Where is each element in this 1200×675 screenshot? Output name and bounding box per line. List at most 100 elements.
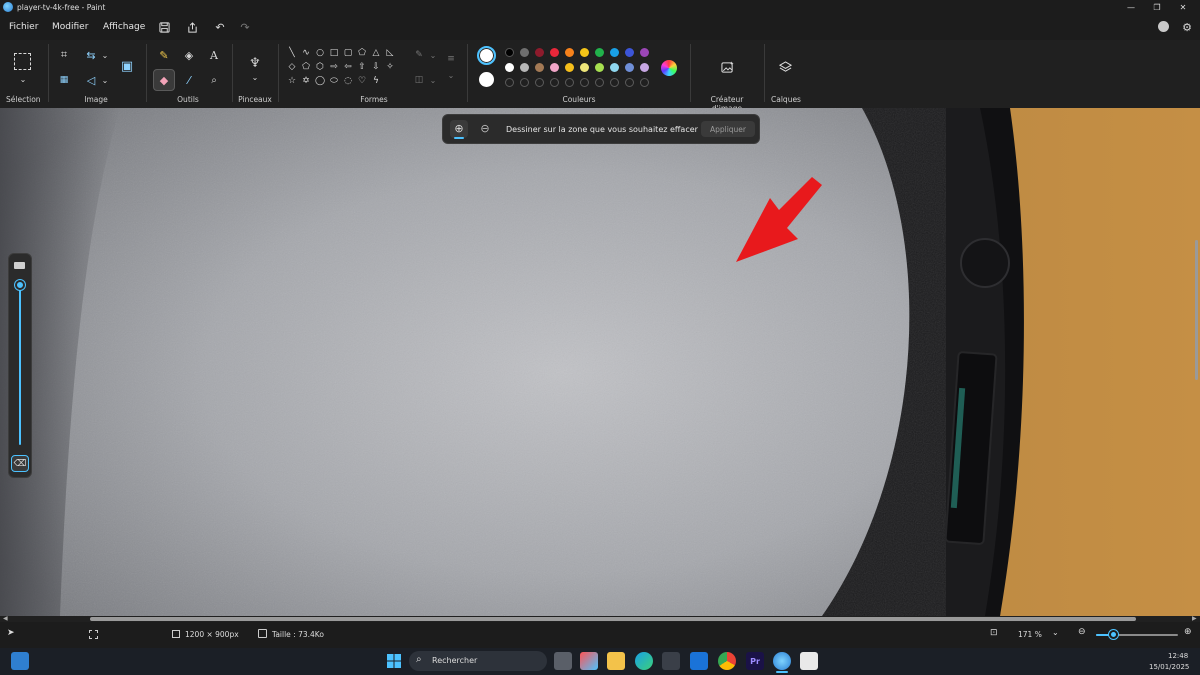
auto-erase-icon[interactable]: ⌫ [11,455,29,472]
layers-icon[interactable] [776,58,794,76]
selection-dropdown-chevron-icon[interactable]: ⌄ [14,70,32,88]
primary-color-swatch[interactable] [477,46,496,65]
pentagon-shape-icon[interactable]: ⬠ [301,62,311,72]
remove-background-icon[interactable]: ▣ [118,57,136,75]
custom-color-slot[interactable] [595,78,604,87]
palette-swatch[interactable] [595,63,604,72]
callout-oval-shape-icon[interactable]: ⬭ [329,76,339,86]
palette-swatch[interactable] [625,63,634,72]
custom-color-slot[interactable] [550,78,559,87]
brush-dropdown-chevron-icon[interactable]: ⌄ [246,68,264,86]
four-point-star-shape-icon[interactable]: ✧ [385,62,395,72]
file-explorer-icon[interactable] [607,652,625,670]
palette-swatch[interactable] [550,48,559,57]
zoom-out-icon[interactable]: ⊖ [1078,627,1086,637]
curve-shape-icon[interactable]: ∿ [301,48,311,58]
zoom-level[interactable]: 171 % [1018,630,1042,639]
right-arrow-shape-icon[interactable]: ⇨ [329,62,339,72]
up-arrow-shape-icon[interactable]: ⇧ [357,62,367,72]
vertical-scrollbar-thumb[interactable] [1195,240,1198,380]
widgets-icon[interactable] [11,652,29,670]
heart-shape-icon[interactable]: ♡ [357,76,367,86]
down-arrow-shape-icon[interactable]: ⇩ [371,62,381,72]
undo-icon[interactable]: ↶ [211,18,229,36]
zoom-in-icon[interactable]: ⊕ [1184,627,1192,637]
share-icon[interactable] [183,18,201,36]
edit-colors-wheel-icon[interactable] [661,60,677,76]
save-icon[interactable] [155,18,173,36]
oval-shape-icon[interactable]: ○ [315,48,325,58]
copilot-icon[interactable] [580,652,598,670]
minimize-icon[interactable]: — [1118,0,1144,14]
custom-color-slot[interactable] [505,78,514,87]
custom-color-slot[interactable] [625,78,634,87]
menu-view[interactable]: Affichage [103,22,145,32]
apply-button[interactable]: Appliquer [701,121,755,137]
redo-icon[interactable]: ↷ [236,18,254,36]
fit-to-window-icon[interactable]: ⊡ [990,628,998,638]
palette-swatch[interactable] [595,48,604,57]
drawing-canvas[interactable] [0,108,1200,616]
triangle-shape-icon[interactable]: △ [371,48,381,58]
chrome-icon[interactable] [718,652,736,670]
palette-swatch[interactable] [565,63,574,72]
account-avatar[interactable] [1158,21,1169,32]
palette-swatch[interactable] [520,63,529,72]
custom-color-slot[interactable] [565,78,574,87]
close-icon[interactable]: ✕ [1170,0,1196,14]
palette-swatch[interactable] [535,63,544,72]
shape-size-dropdown-chevron-icon[interactable]: ⌄ [442,66,460,84]
custom-color-slot[interactable] [610,78,619,87]
image-creator-icon[interactable] [718,58,736,76]
palette-swatch[interactable] [535,48,544,57]
rounded-rectangle-shape-icon[interactable]: ▢ [343,48,353,58]
custom-color-slot[interactable] [535,78,544,87]
zoom-slider-thumb[interactable] [1109,630,1119,639]
brush-size-slider-thumb[interactable] [15,280,25,290]
pencil-icon[interactable]: ✎ [155,46,173,64]
rotate-dropdown-chevron-icon[interactable]: ⌄ [96,71,114,89]
rectangle-shape-icon[interactable]: □ [329,48,339,58]
start-windows-icon[interactable] [385,652,403,670]
scroll-right-arrow-icon[interactable]: ▶ [1192,615,1197,622]
outlook-icon[interactable] [690,652,708,670]
right-triangle-shape-icon[interactable]: ◺ [385,48,395,58]
selection-rectangle-icon[interactable] [14,53,31,70]
custom-color-slot[interactable] [520,78,529,87]
settings-gear-icon[interactable]: ⚙ [1178,18,1196,36]
text-tool-icon[interactable]: A [205,46,223,64]
store-icon[interactable] [662,652,680,670]
paint-taskbar-icon[interactable] [773,652,791,670]
zoom-dropdown-chevron-icon[interactable]: ⌄ [1052,628,1059,637]
palette-swatch[interactable] [565,48,574,57]
fill-bucket-icon[interactable]: ◈ [180,46,198,64]
crop-icon[interactable]: ⌗ [55,46,73,64]
snipping-tool-icon[interactable] [800,652,818,670]
hexagon-shape-icon[interactable]: ⬡ [315,62,325,72]
premiere-pro-icon[interactable]: Pr [746,652,764,670]
line-shape-icon[interactable]: ╲ [287,48,297,58]
custom-color-slot[interactable] [640,78,649,87]
palette-swatch[interactable] [505,63,514,72]
callout-round-shape-icon[interactable]: ◯ [315,76,325,86]
palette-swatch[interactable] [505,48,514,57]
palette-swatch[interactable] [580,48,589,57]
image-edit-icon[interactable]: ▦ [55,71,73,89]
palette-swatch[interactable] [610,63,619,72]
five-point-star-shape-icon[interactable]: ☆ [287,76,297,86]
color-picker-icon[interactable]: ⁄ [180,71,198,89]
palette-swatch[interactable] [580,63,589,72]
callout-cloud-shape-icon[interactable]: ◌ [343,76,353,86]
menu-file[interactable]: Fichier [9,22,38,32]
brush-size-slider-track[interactable] [19,285,21,445]
custom-color-slot[interactable] [580,78,589,87]
palette-swatch[interactable] [640,48,649,57]
resize-dropdown-chevron-icon[interactable]: ⌄ [96,46,114,64]
fill-dropdown-chevron-icon[interactable]: ⌄ [424,71,442,89]
palette-swatch[interactable] [550,63,559,72]
eraser-icon[interactable]: ◆ [155,71,173,89]
horizontal-scrollbar-thumb[interactable] [90,617,1136,621]
taskbar-search-box[interactable] [409,651,547,671]
left-arrow-shape-icon[interactable]: ⇦ [343,62,353,72]
scroll-left-arrow-icon[interactable]: ◀ [3,615,8,622]
